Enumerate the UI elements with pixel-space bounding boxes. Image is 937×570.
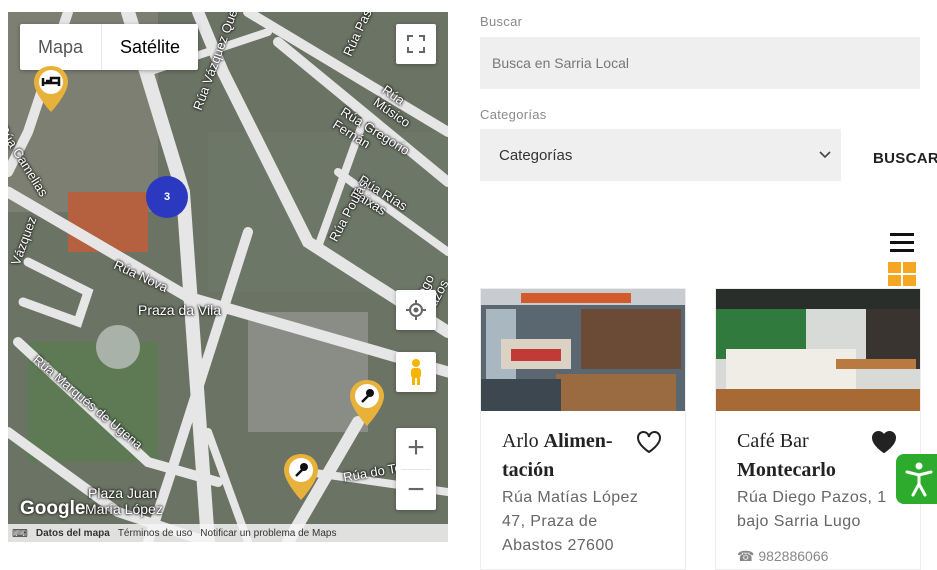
map-data-link[interactable]: Datos del mapa: [32, 528, 114, 539]
search-submit-button[interactable]: BUSCAR: [873, 150, 937, 167]
listing-address: Rúa Matías López 47, Praza de Abastos 27…: [502, 486, 638, 558]
address-line: bajo Sarria Lugo: [737, 513, 861, 530]
chevron-down-icon: [819, 151, 831, 159]
listing-photo: [716, 289, 920, 411]
listing-title-bold: Montecarlo: [737, 459, 836, 481]
listing-title[interactable]: Café Bar Montecarlo: [737, 427, 836, 485]
pin-icon: [300, 463, 308, 471]
marker-cluster[interactable]: 3: [146, 176, 188, 218]
listing-address: Rúa Diego Pazos, 1 bajo Sarria Lugo: [737, 486, 887, 534]
accessibility-icon: [905, 462, 933, 497]
keyboard-icon[interactable]: ⌨: [8, 527, 32, 540]
pin-icon: [366, 389, 374, 397]
shop-marker-pin[interactable]: [282, 452, 320, 502]
street-label: María López: [85, 501, 163, 517]
accessibility-button[interactable]: [896, 454, 937, 504]
heart-outline-icon[interactable]: [636, 430, 662, 454]
zoom-control: + −: [396, 428, 436, 510]
listing-card[interactable]: Café Bar Montecarlo Rúa Diego Pazos, 1 ba…: [715, 288, 921, 570]
zoom-out-button[interactable]: −: [396, 469, 436, 510]
listing-title-bold: Alimen-: [543, 430, 613, 452]
search-label: Buscar: [480, 14, 523, 29]
zoom-in-button[interactable]: +: [396, 428, 436, 469]
category-value: Categorías: [499, 146, 573, 164]
listing-title[interactable]: Arlo Alimen-tación: [502, 427, 613, 485]
terms-link[interactable]: Términos de uso: [114, 528, 196, 539]
map-footer: ⌨ Datos del mapa Términos de uso Notific…: [8, 524, 448, 542]
phone-number: 982886066: [758, 548, 829, 564]
listing-title-plain: Café Bar: [737, 430, 809, 452]
list-view-toggle[interactable]: [890, 233, 914, 257]
map[interactable]: Rúa Camelias Rúa Vázquez Queipo Rúa Pas …: [8, 12, 448, 542]
fullscreen-button[interactable]: [396, 24, 436, 64]
satellite-type-button[interactable]: Satélite: [102, 24, 198, 70]
street-label: Plaza Juan: [88, 485, 158, 501]
pegman-icon: [411, 359, 421, 385]
address-line: Abastos 27600: [502, 537, 614, 554]
shop-marker-pin[interactable]: [348, 378, 386, 428]
street-view-button[interactable]: [396, 352, 436, 392]
phone-icon: ☎: [737, 548, 759, 564]
google-logo: Google: [20, 498, 86, 519]
address-line: Rúa Diego Pazos, 1: [737, 489, 887, 506]
address-line: Rúa Matías López: [502, 489, 639, 506]
category-select[interactable]: Categorías: [480, 129, 841, 181]
heart-filled-icon[interactable]: [871, 430, 897, 454]
crosshair-icon: [406, 300, 426, 320]
hotel-marker-pin[interactable]: [32, 64, 70, 114]
street-label: Praza da Vila: [138, 302, 222, 318]
listing-title-plain: Arlo: [502, 430, 544, 452]
listing-card[interactable]: Arlo Alimen-tación Rúa Matías López 47, …: [480, 288, 686, 570]
fullscreen-icon: [407, 35, 425, 53]
my-location-button[interactable]: [396, 290, 436, 330]
address-line: 47, Praza de: [502, 513, 598, 530]
listing-title-bold: tación: [502, 459, 555, 481]
grid-view-toggle[interactable]: [888, 262, 916, 286]
listing-phone[interactable]: ☎ 982886066: [737, 548, 828, 565]
listing-photo: [481, 289, 685, 411]
category-label: Categorías: [480, 107, 547, 122]
minus-icon: −: [407, 472, 425, 506]
search-input[interactable]: Busca en Sarria Local: [480, 37, 920, 89]
report-problem-link[interactable]: Notificar un problema de Maps: [196, 528, 340, 539]
plus-icon: +: [407, 431, 425, 465]
